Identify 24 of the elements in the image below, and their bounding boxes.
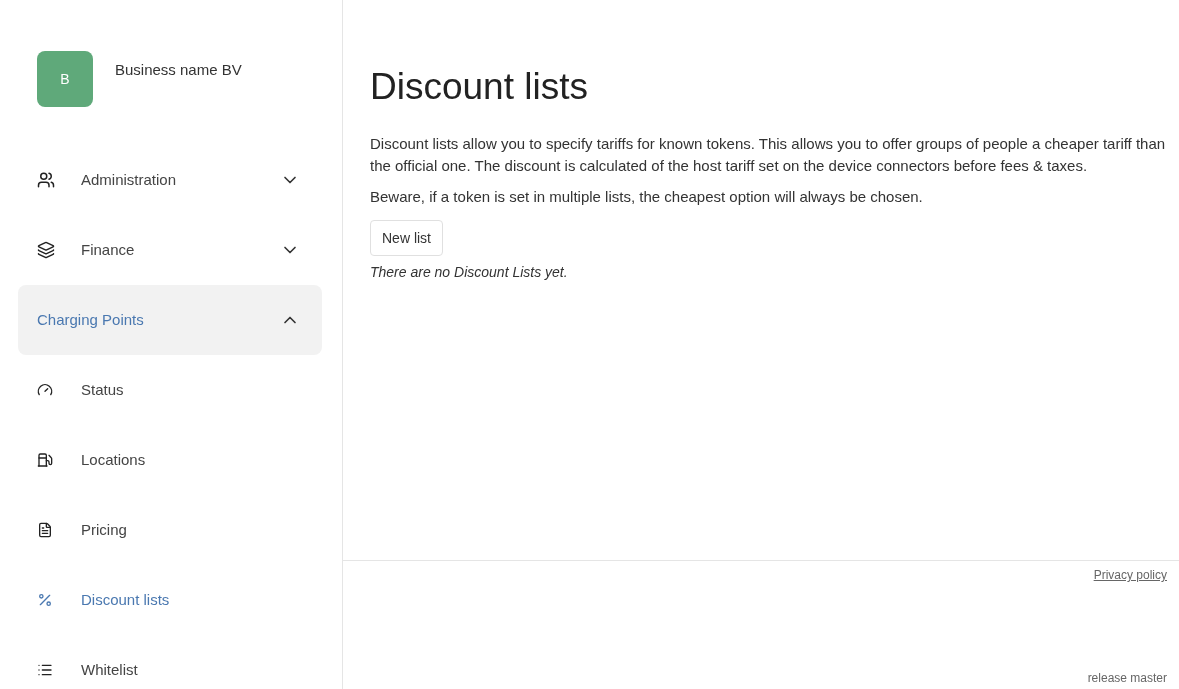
nav-item[interactable]: Whitelist [18,635,322,689]
fuel-pump-icon [37,452,53,468]
description-text: Discount lists allow you to specify tariffs for known tokens. This allows you to offer groups of people a cheaper tariff than the official one. The discount is calculated of the host tariff set on the device connectors before fees & taxes. [370,134,1167,176]
business-avatar: B [37,51,93,107]
business-name: Business name BV [115,59,242,80]
empty-note: There are no Discount Lists yet. [370,263,569,282]
privacy-policy-link[interactable]: Privacy policy [1093,566,1167,584]
nav-group[interactable]: Administration [18,145,322,215]
description-text: Beware, if a token is set in multiple lists, the cheapest option will always be chosen. [370,187,924,207]
nav-item[interactable]: Pricing [18,495,322,565]
list-icon [37,662,53,678]
nav-item[interactable]: Status [18,355,322,425]
percent-icon [37,592,53,608]
nav-item[interactable]: Discount lists [18,565,322,635]
release-label: release master [1087,670,1167,687]
stack-icon [37,241,55,259]
gauge-icon [37,382,53,398]
nav-group[interactable]: Finance [18,215,322,285]
nav-item[interactable]: Locations [18,425,322,495]
nav-group[interactable]: Charging Points [18,285,322,355]
new-list-button[interactable]: New list [370,220,443,256]
page-title: Discount lists [370,68,589,105]
people-icon [37,171,55,189]
document-icon [37,522,53,538]
